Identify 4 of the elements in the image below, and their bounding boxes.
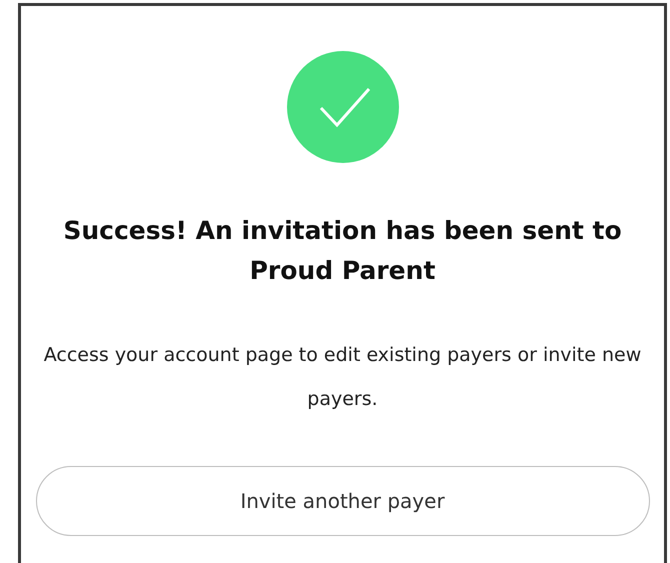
info-message: Access your account page to edit existing payers or invite new payers. — [42, 343, 642, 412]
success-heading: Success! An invitation has been sent to Proud Parent — [62, 215, 623, 287]
checkmark-icon — [286, 51, 398, 163]
invite-button[interactable]: Invite another payer — [36, 466, 650, 536]
